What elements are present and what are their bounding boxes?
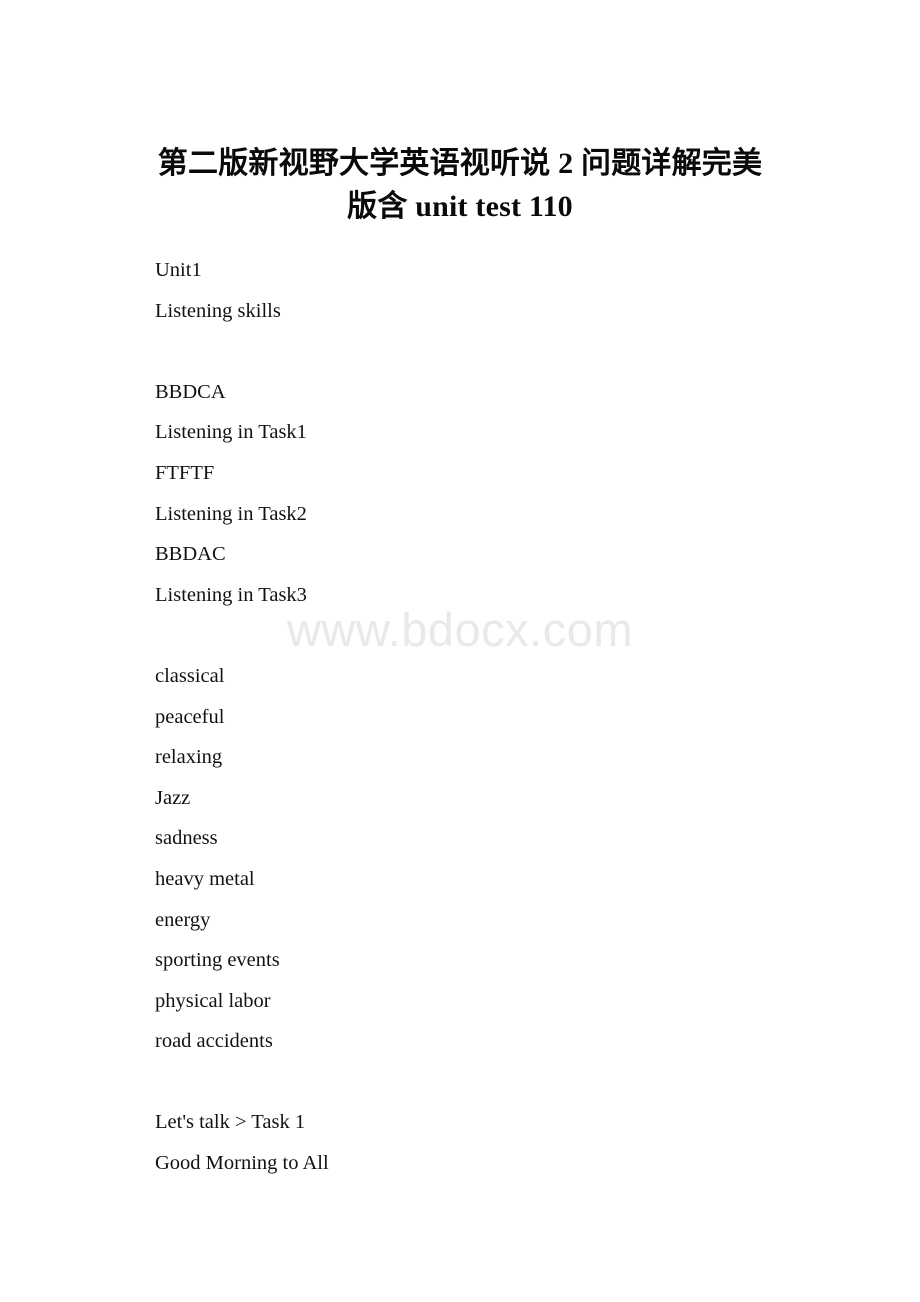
body-line: Good Morning to All (155, 1152, 329, 1175)
page-title-line-1: 第二版新视野大学英语视听说 2 问题详解完美 (157, 147, 763, 180)
body-line: BBDCA (155, 380, 226, 403)
body-line: FTFTF (155, 461, 215, 484)
body-line: physical labor (155, 989, 271, 1012)
body-line: heavy metal (155, 867, 255, 890)
body-line: Unit1 (155, 259, 202, 281)
body-line: Listening skills (155, 299, 281, 322)
page-title: 第二版新视野大学英语视听说 2 问题详解完美 版含 unit test 110 (110, 142, 810, 228)
body-line: peaceful (155, 705, 225, 728)
page-title-line-2: 版含 unit test 110 (347, 190, 573, 223)
body-line: relaxing (155, 746, 223, 769)
body-line-blank (155, 1062, 775, 1103)
body-line: Let's talk > Task 1 (155, 1111, 306, 1134)
body-line: Listening in Task3 (155, 583, 307, 606)
body-line-blank (155, 615, 775, 656)
body-line: Listening in Task1 (155, 421, 307, 444)
body-line-blank (155, 331, 775, 372)
body-line: sporting events (155, 949, 280, 972)
document-body: Unit1 Listening skills BBDCA Listening i… (155, 250, 775, 1184)
body-line: classical (155, 664, 225, 687)
body-line: BBDAC (155, 543, 226, 566)
document-page: 第二版新视野大学英语视听说 2 问题详解完美 版含 unit test 110 … (0, 0, 920, 1302)
body-line: Jazz (155, 786, 191, 809)
body-line: sadness (155, 827, 218, 850)
body-line: Listening in Task2 (155, 502, 307, 525)
body-line: road accidents (155, 1030, 273, 1053)
body-line: energy (155, 908, 211, 931)
